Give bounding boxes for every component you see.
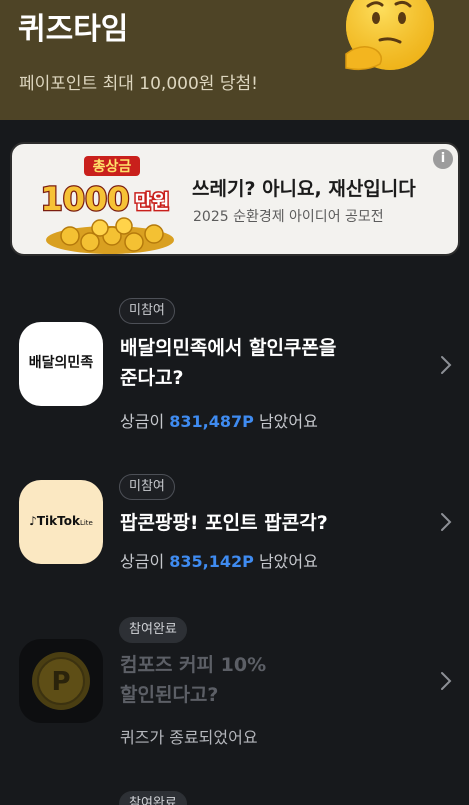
quiz-title: 배달의민족에서 할인쿠폰을 준다고? [120, 337, 337, 389]
banner-subtitle: 2025 순환경제 아이디어 공모전 [193, 209, 384, 225]
quiz-header: 퀴즈타임 페이포인트 최대 10,000원 당첨! [0, 0, 469, 120]
compose-coffee-logo: P [19, 639, 103, 723]
banner-title: 쓰레기? 아니요, 재산입니다 [192, 178, 416, 200]
thinking-face-icon [345, 0, 434, 71]
quiz-item-tiktok[interactable]: ♪TikTokLite 미참여 팝콘팡팡! 포인트 팝콘각? 상금이 835,1… [0, 474, 469, 584]
quiz-title: 컴포즈 커피 10% 할인된다고? [120, 654, 267, 706]
quiz-item-partial[interactable]: 참여완료 [0, 791, 469, 805]
info-icon[interactable]: i [433, 149, 453, 169]
banner-art-unit: 만원 [135, 191, 170, 213]
quiz-prize: 상금이 831,487P 남았어요 [120, 412, 318, 431]
status-badge: 참여완료 [119, 617, 187, 643]
banner-art-amount: 1000 [40, 180, 129, 218]
quiz-item-compose[interactable]: P 참여완료 컴포즈 커피 10% 할인된다고? 퀴즈가 종료되었어요 [0, 617, 469, 757]
point-coin-icon: P [32, 652, 90, 710]
status-badge: 미참여 [119, 298, 175, 324]
tiktok-lite-logo: ♪TikTokLite [19, 480, 103, 564]
prize-coins-illustration: 총상금 1000 만원 [39, 156, 174, 254]
chevron-right-icon [441, 513, 452, 531]
svg-text:P: P [51, 667, 70, 697]
chevron-right-icon [441, 672, 452, 690]
status-badge: 참여완료 [119, 791, 187, 805]
banner-art-top: 총상금 [93, 159, 132, 175]
contest-banner[interactable]: 총상금 1000 만원 쓰레기? 아니요, 재산입니다 2025 순환경제 아이… [10, 142, 460, 256]
page-title: 퀴즈타임 [18, 12, 129, 47]
tiktok-note-icon: ♪ [29, 514, 37, 528]
quiz-prize: 상금이 835,142P 남았어요 [120, 552, 318, 571]
baemin-logo: 배달의민족 [19, 322, 103, 406]
status-badge: 미참여 [119, 474, 175, 500]
quiz-item-baemin[interactable]: 배달의민족 미참여 배달의민족에서 할인쿠폰을 준다고? 상금이 831,487… [0, 298, 469, 448]
page-subtitle: 페이포인트 최대 10,000원 당첨! [19, 74, 258, 94]
quiz-title: 팝콘팡팡! 포인트 팝콘각? [120, 512, 328, 534]
chevron-right-icon [441, 356, 452, 374]
quiz-status-text: 퀴즈가 종료되었어요 [120, 728, 258, 747]
